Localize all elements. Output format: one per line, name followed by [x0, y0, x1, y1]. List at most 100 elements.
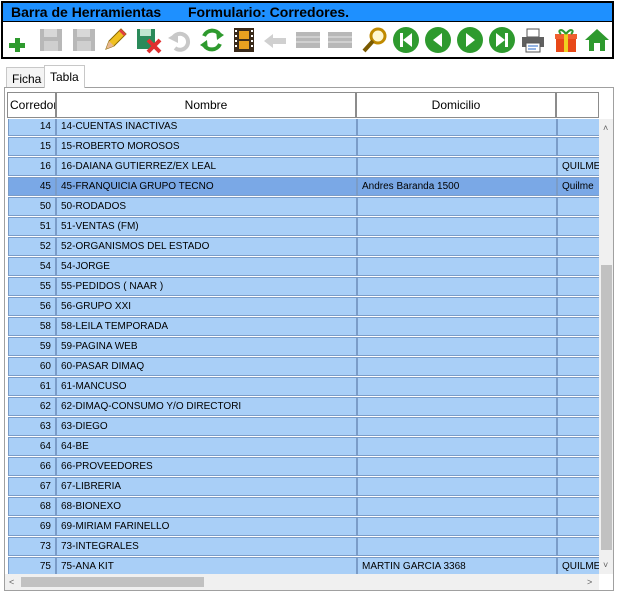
table-row[interactable]: 73 73-INTEGRALES: [5, 536, 599, 556]
cell-corredor[interactable]: 51: [8, 217, 56, 236]
cell-domicilio[interactable]: [357, 397, 557, 416]
table-row[interactable]: 62 62-DIMAQ-CONSUMO Y/O DIRECTORI: [5, 396, 599, 416]
column-header-corredor[interactable]: Corredor: [7, 92, 56, 118]
table-row[interactable]: 52 52-ORGANISMOS DEL ESTADO: [5, 236, 599, 256]
cell-nombre[interactable]: 75-ANA KIT: [56, 557, 357, 574]
cell-extra[interactable]: [557, 437, 599, 456]
cell-corredor[interactable]: 73: [8, 537, 56, 556]
cell-extra[interactable]: [557, 317, 599, 336]
cell-corredor[interactable]: 69: [8, 517, 56, 536]
scroll-down-icon[interactable]: ˅: [603, 560, 608, 570]
edit-button[interactable]: [100, 25, 130, 55]
cell-extra[interactable]: [557, 377, 599, 396]
tab-tabla[interactable]: Tabla: [44, 65, 85, 88]
table-row[interactable]: 50 50-RODADOS: [5, 196, 599, 216]
cell-extra[interactable]: QUILME: [557, 557, 599, 574]
cell-nombre[interactable]: 61-MANCUSO: [56, 377, 357, 396]
cell-nombre[interactable]: 66-PROVEEDORES: [56, 457, 357, 476]
cell-nombre[interactable]: 54-JORGE: [56, 257, 357, 276]
cell-nombre[interactable]: 15-ROBERTO MOROSOS: [56, 137, 357, 156]
cell-extra[interactable]: [557, 119, 599, 136]
cell-corredor[interactable]: 63: [8, 417, 56, 436]
cell-corredor[interactable]: 55: [8, 277, 56, 296]
cell-extra[interactable]: [557, 257, 599, 276]
cell-nombre[interactable]: 69-MIRIAM FARINELLO: [56, 517, 357, 536]
grid2-button[interactable]: [325, 25, 355, 55]
back-button[interactable]: [261, 25, 291, 55]
column-header-nombre[interactable]: Nombre: [56, 92, 356, 118]
cell-nombre[interactable]: 58-LEILA TEMPORADA: [56, 317, 357, 336]
cell-extra[interactable]: QUILME: [557, 157, 599, 176]
previous-record-button[interactable]: [423, 25, 453, 55]
cell-domicilio[interactable]: [357, 357, 557, 376]
cell-nombre[interactable]: 62-DIMAQ-CONSUMO Y/O DIRECTORI: [56, 397, 357, 416]
refresh-button[interactable]: [197, 25, 227, 55]
cell-extra[interactable]: [557, 297, 599, 316]
cell-extra[interactable]: [557, 517, 599, 536]
table-row[interactable]: 51 51-VENTAS (FM): [5, 216, 599, 236]
last-record-button[interactable]: [487, 25, 517, 55]
horizontal-scroll-thumb[interactable]: [21, 577, 204, 587]
cell-domicilio[interactable]: [357, 377, 557, 396]
cell-domicilio[interactable]: MARTIN GARCIA 3368: [357, 557, 557, 574]
save-button[interactable]: [36, 25, 66, 55]
cell-corredor[interactable]: 64: [8, 437, 56, 456]
table-row[interactable]: 68 68-BIONEXO: [5, 496, 599, 516]
delete-button[interactable]: [133, 25, 163, 55]
cell-corredor[interactable]: 68: [8, 497, 56, 516]
cell-nombre[interactable]: 64-BE: [56, 437, 357, 456]
cell-nombre[interactable]: 73-INTEGRALES: [56, 537, 357, 556]
cell-domicilio[interactable]: [357, 297, 557, 316]
grid-button[interactable]: [293, 25, 323, 55]
cell-extra[interactable]: [557, 457, 599, 476]
undo-button[interactable]: [165, 25, 195, 55]
cell-corredor[interactable]: 61: [8, 377, 56, 396]
cell-domicilio[interactable]: [357, 517, 557, 536]
cell-domicilio[interactable]: Andres Baranda 1500: [357, 177, 557, 196]
vertical-scrollbar[interactable]: ˄ ˅: [599, 119, 613, 574]
table-row[interactable]: 55 55-PEDIDOS ( NAAR ): [5, 276, 599, 296]
table-row[interactable]: 59 59-PAGINA WEB: [5, 336, 599, 356]
cell-corredor[interactable]: 45: [8, 177, 56, 196]
table-row[interactable]: 69 69-MIRIAM FARINELLO: [5, 516, 599, 536]
film-button[interactable]: [229, 25, 259, 55]
cell-domicilio[interactable]: [357, 119, 557, 136]
cell-extra[interactable]: [557, 277, 599, 296]
cell-extra[interactable]: [557, 537, 599, 556]
cell-domicilio[interactable]: [357, 157, 557, 176]
cell-corredor[interactable]: 14: [8, 119, 56, 136]
cell-nombre[interactable]: 56-GRUPO XXI: [56, 297, 357, 316]
cell-domicilio[interactable]: [357, 237, 557, 256]
cell-domicilio[interactable]: [357, 417, 557, 436]
cell-nombre[interactable]: 50-RODADOS: [56, 197, 357, 216]
print-button[interactable]: [518, 25, 548, 55]
cell-corredor[interactable]: 67: [8, 477, 56, 496]
cell-nombre[interactable]: 51-VENTAS (FM): [56, 217, 357, 236]
table-row[interactable]: 54 54-JORGE: [5, 256, 599, 276]
cell-nombre[interactable]: 68-BIONEXO: [56, 497, 357, 516]
cell-domicilio[interactable]: [357, 337, 557, 356]
cell-domicilio[interactable]: [357, 497, 557, 516]
cell-corredor[interactable]: 62: [8, 397, 56, 416]
cell-nombre[interactable]: 67-LIBRERIA: [56, 477, 357, 496]
cell-extra[interactable]: [557, 237, 599, 256]
cell-extra[interactable]: [557, 137, 599, 156]
cell-extra[interactable]: [557, 337, 599, 356]
cell-nombre[interactable]: 14-CUENTAS INACTIVAS: [56, 119, 357, 136]
cell-nombre[interactable]: 45-FRANQUICIA GRUPO TECNO: [56, 177, 357, 196]
cell-extra[interactable]: [557, 197, 599, 216]
cell-extra[interactable]: Quilme: [557, 177, 599, 196]
cell-domicilio[interactable]: [357, 317, 557, 336]
cell-domicilio[interactable]: [357, 257, 557, 276]
table-row[interactable]: 56 56-GRUPO XXI: [5, 296, 599, 316]
column-header-domicilio[interactable]: Domicilio: [356, 92, 556, 118]
cell-corredor[interactable]: 56: [8, 297, 56, 316]
table-row[interactable]: 60 60-PASAR DIMAQ: [5, 356, 599, 376]
cell-domicilio[interactable]: [357, 197, 557, 216]
cell-domicilio[interactable]: [357, 137, 557, 156]
save-as-button[interactable]: [69, 25, 99, 55]
cell-domicilio[interactable]: [357, 277, 557, 296]
vertical-scroll-thumb[interactable]: [601, 265, 612, 550]
cell-domicilio[interactable]: [357, 477, 557, 496]
cell-domicilio[interactable]: [357, 217, 557, 236]
